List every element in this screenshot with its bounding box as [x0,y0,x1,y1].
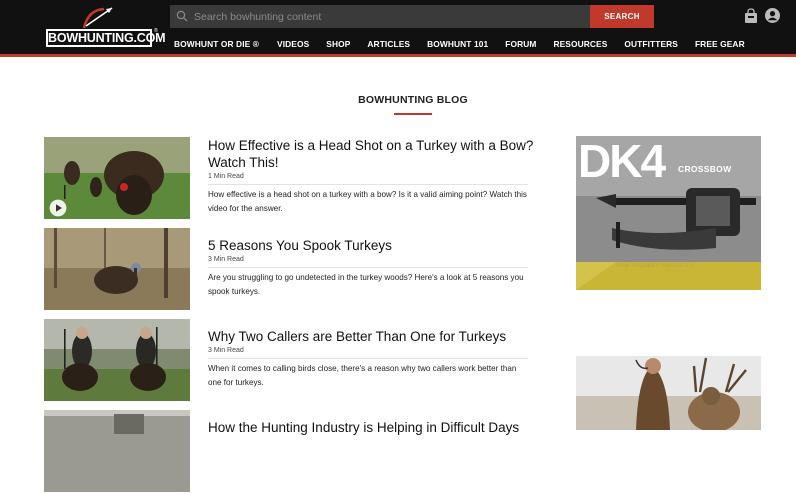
arrow-logo-icon [82,7,113,29]
site-logo[interactable]: BOWHUNTING.COM ® [46,6,166,48]
nav-item-forum[interactable]: FORUM [505,38,536,50]
search-button[interactable]: SEARCH [590,5,654,28]
article-divider [208,358,528,359]
deer-hunter-ad[interactable] [576,356,761,430]
header-icons [744,8,784,24]
nav-item-shop[interactable]: SHOP [326,38,350,50]
crossbow-ad[interactable]: DK4 CROSSBOW BOW ARCHERY PRODUCTS [576,136,761,290]
article-divider [208,267,528,268]
nav-item-videos[interactable]: VIDEOS [277,38,309,50]
nav-item-resources[interactable]: RESOURCES [553,38,607,50]
article-read-time: 3 Min Read [208,347,244,354]
article-read-time: 1 Min Read [208,173,244,180]
article-title[interactable]: Why Two Callers are Better Than One for … [208,328,538,345]
article-thumbnail[interactable] [44,410,190,492]
article-description: When it comes to calling birds close, th… [208,364,517,387]
article-description: Are you struggling to go undetected in t… [208,273,524,296]
play-icon[interactable] [49,199,67,217]
nav-item-bowhunt-or-die[interactable]: BOWHUNT OR DIE ® [174,38,259,50]
logo-registered-mark: ® [154,28,158,34]
ad-tagline: BOW ARCHERY PRODUCTS [616,263,694,269]
ad-headline: DK4 [578,136,666,187]
article-card: How the Hunting Industry is Helping in D… [44,410,534,494]
article-thumbnail[interactable] [44,228,190,310]
logo-wordmark-box: BOWHUNTING.COM [46,29,166,47]
article-read-time: 3 Min Read [208,256,244,263]
nav-item-free-gear[interactable]: FREE GEAR [695,38,745,50]
ad-subline: CROSSBOW [678,164,732,174]
article-thumbnail[interactable] [44,137,190,219]
nav-item-articles[interactable]: ARTICLES [367,38,410,50]
article-title[interactable]: How Effective is a Head Shot on a Turkey… [208,137,538,171]
logo-wordmark: BOWHUNTING.COM [48,31,166,45]
article-divider [208,184,528,185]
blog-heading: BOWHUNTING BLOG [358,94,468,106]
nav-item-bowhunt-101[interactable]: BOWHUNT 101 [427,38,488,50]
nav-item-outfitters[interactable]: OUTFITTERS [624,38,678,50]
main-nav: BOWHUNT OR DIE ® VIDEOS SHOP ARTICLES BO… [174,38,745,50]
search-input[interactable] [194,5,584,28]
header-accent-bar [0,54,796,57]
article-title[interactable]: How the Hunting Industry is Helping in D… [208,419,538,436]
article-card: Why Two Callers are Better Than One for … [44,319,534,403]
cart-icon[interactable] [744,8,758,24]
article-card: How Effective is a Head Shot on a Turkey… [44,137,534,221]
user-icon[interactable] [765,8,780,23]
site-header: BOWHUNTING.COM ® SEARCH BOWHUNT OR DIE ®… [0,0,796,54]
blog-heading-underline [394,113,432,115]
article-card: 5 Reasons You Spook Turkeys 3 Min Read A… [44,228,534,312]
article-description: How effective is a head shot on a turkey… [208,190,527,213]
search-bar: SEARCH [170,5,654,28]
article-thumbnail[interactable] [44,319,190,401]
article-title[interactable]: 5 Reasons You Spook Turkeys [208,237,538,254]
search-icon [176,10,188,22]
